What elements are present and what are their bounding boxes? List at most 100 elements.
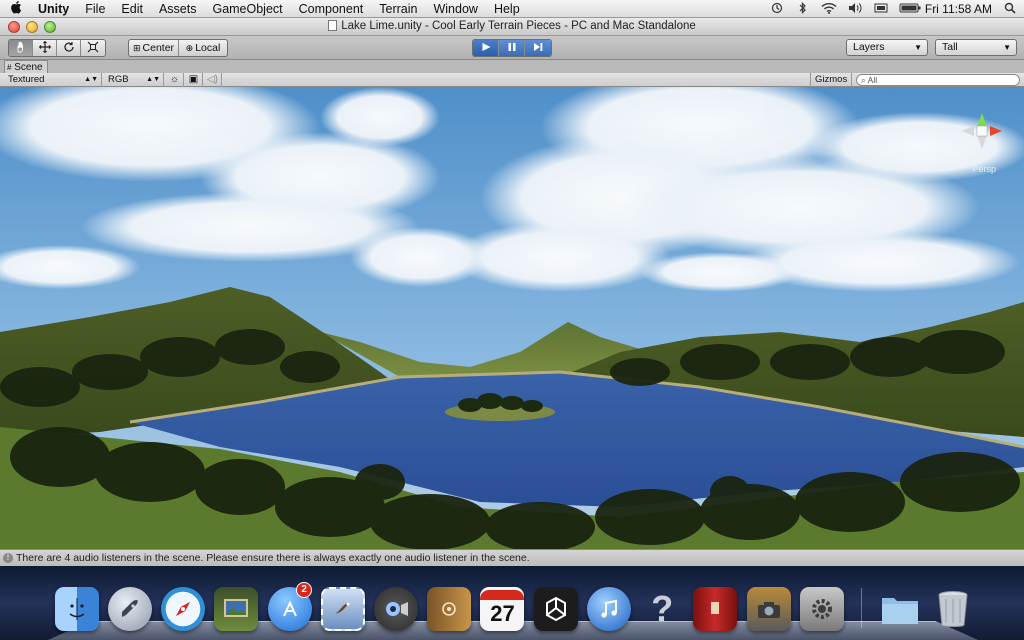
dock-facetime[interactable] — [371, 584, 420, 634]
play-button[interactable] — [473, 40, 499, 56]
finder-icon — [54, 587, 99, 631]
rotate-tool-button[interactable] — [57, 40, 81, 56]
gizmos-dropdown[interactable]: Gizmos ▼ — [810, 73, 852, 96]
keyboard-icon[interactable] — [873, 2, 889, 17]
pause-button[interactable] — [499, 40, 525, 56]
time-machine-icon[interactable] — [769, 2, 785, 17]
menu-assets[interactable]: Assets — [151, 2, 205, 16]
menu-extras: Fri 11:58 AM — [769, 0, 1018, 18]
dock-unity[interactable] — [531, 584, 580, 634]
battery-icon[interactable] — [899, 2, 921, 17]
minimize-window-button[interactable] — [26, 21, 38, 33]
dock-system-preferences[interactable] — [797, 584, 846, 634]
dropdown-arrow-icon: ▼ — [1003, 43, 1011, 52]
wifi-icon[interactable] — [821, 2, 837, 17]
volume-icon[interactable] — [847, 2, 863, 17]
scene-lighting-toggle[interactable]: ☼ — [166, 73, 184, 87]
dock-trash[interactable] — [929, 584, 978, 634]
render-mode-dropdown[interactable]: RGB ▲▼ — [104, 73, 164, 87]
calendar-header — [480, 590, 525, 600]
pivot-icon: ⊞ — [132, 42, 141, 53]
move-tool-button[interactable] — [33, 40, 57, 56]
compass-icon — [161, 587, 206, 631]
spotlight-icon[interactable] — [1002, 2, 1018, 17]
menu-gameobject[interactable]: GameObject — [204, 2, 290, 16]
dock-mail[interactable] — [318, 584, 367, 634]
dock: 2 27 ? — [52, 574, 982, 634]
console-message: There are 4 audio listeners in the scene… — [16, 552, 530, 564]
menu-terrain[interactable]: Terrain — [371, 2, 425, 16]
gear-icon — [799, 587, 844, 631]
dropdown-arrow-icon: ▼ — [914, 43, 922, 52]
apple-menu-icon[interactable] — [0, 0, 34, 17]
dock-ical[interactable]: 27 — [478, 584, 527, 634]
hand-icon — [15, 41, 27, 56]
camera-photos-icon — [746, 587, 791, 631]
unity-icon — [533, 587, 578, 631]
step-button[interactable] — [525, 40, 551, 56]
menu-file[interactable]: File — [77, 2, 113, 16]
console-status-bar[interactable]: ! There are 4 audio listeners in the sce… — [0, 549, 1024, 566]
menu-component[interactable]: Component — [291, 2, 372, 16]
dock-address-book[interactable] — [425, 584, 474, 634]
dock-itunes[interactable] — [584, 584, 633, 634]
unity-toolbar: ⊞ Center ⊕ Local Layers ▼ Tall ▼ — [0, 36, 1024, 60]
menu-unity[interactable]: Unity — [34, 2, 77, 16]
dock-iphoto[interactable] — [212, 584, 261, 634]
tab-scene[interactable]: # Scene — [4, 60, 48, 73]
transform-tools — [8, 39, 106, 57]
scale-icon — [87, 41, 99, 56]
scene-fx-toggle[interactable]: ▣ — [185, 73, 203, 87]
scene-toolbar: Textured ▲▼ RGB ▲▼ ☼ ▣ ◁) Gizmos ▼ ⌕ All — [0, 73, 1024, 96]
dock-app-store[interactable]: 2 — [265, 582, 314, 634]
step-icon — [533, 42, 543, 55]
dock-downloads[interactable] — [876, 584, 925, 634]
close-window-button[interactable] — [8, 21, 20, 33]
layers-dropdown[interactable]: Layers ▼ — [846, 39, 928, 56]
scene-search-input[interactable]: ⌕ All — [856, 74, 1020, 86]
layout-dropdown[interactable]: Tall ▼ — [935, 39, 1017, 56]
hand-tool-button[interactable] — [9, 40, 33, 56]
shading-mode-dropdown[interactable]: Textured ▲▼ — [4, 73, 102, 87]
window-title: Lake Lime.unity - Cool Early Terrain Pie… — [341, 20, 696, 32]
scene-viewport[interactable]: Persp — [0, 87, 1024, 549]
dock-photo-booth[interactable] — [691, 584, 740, 634]
window-titlebar: Lake Lime.unity - Cool Early Terrain Pie… — [0, 18, 1024, 36]
scene-tab-strip: # Scene — [0, 60, 1024, 73]
dock-separator — [860, 588, 862, 628]
music-icon — [586, 587, 631, 631]
trash-icon — [931, 587, 975, 631]
zoom-window-button[interactable] — [44, 21, 56, 33]
menu-clock[interactable]: Fri 11:58 AM — [925, 2, 992, 16]
pivot-local-button[interactable]: ⊕ Local — [179, 40, 227, 56]
menu-help[interactable]: Help — [486, 2, 528, 16]
view-mode-label[interactable]: Persp — [972, 164, 996, 174]
playback-controls — [472, 39, 552, 57]
dock-launchpad[interactable] — [105, 584, 154, 634]
dropdown-arrow-icon: ▲▼ — [146, 76, 160, 83]
dock-finder[interactable] — [52, 584, 101, 634]
rotate-icon — [63, 41, 75, 56]
image-icon: ▣ — [188, 74, 199, 85]
stamp-icon — [320, 587, 365, 631]
menu-edit[interactable]: Edit — [113, 2, 151, 16]
curtain-icon — [693, 587, 738, 631]
bluetooth-icon[interactable] — [795, 1, 811, 17]
dock-help[interactable]: ? — [638, 584, 687, 634]
play-icon — [481, 42, 491, 55]
menu-window[interactable]: Window — [425, 2, 485, 16]
terrain-render — [0, 87, 1024, 549]
scale-tool-button[interactable] — [81, 40, 105, 56]
scene-audio-toggle[interactable]: ◁) — [204, 73, 222, 87]
menu-bar: Unity File Edit Assets GameObject Compon… — [0, 0, 1024, 18]
book-icon — [427, 587, 472, 631]
search-icon: ⌕ — [861, 75, 866, 85]
folder-icon — [878, 587, 922, 631]
speaker-icon: ◁) — [206, 74, 219, 85]
dock-image-capture[interactable] — [744, 584, 793, 634]
dock-safari[interactable] — [158, 584, 207, 634]
window-controls — [8, 21, 56, 33]
pivot-center-button[interactable]: ⊞ Center — [129, 40, 179, 56]
pivot-toggles: ⊞ Center ⊕ Local — [128, 39, 228, 57]
move-arrows-icon — [38, 40, 51, 56]
